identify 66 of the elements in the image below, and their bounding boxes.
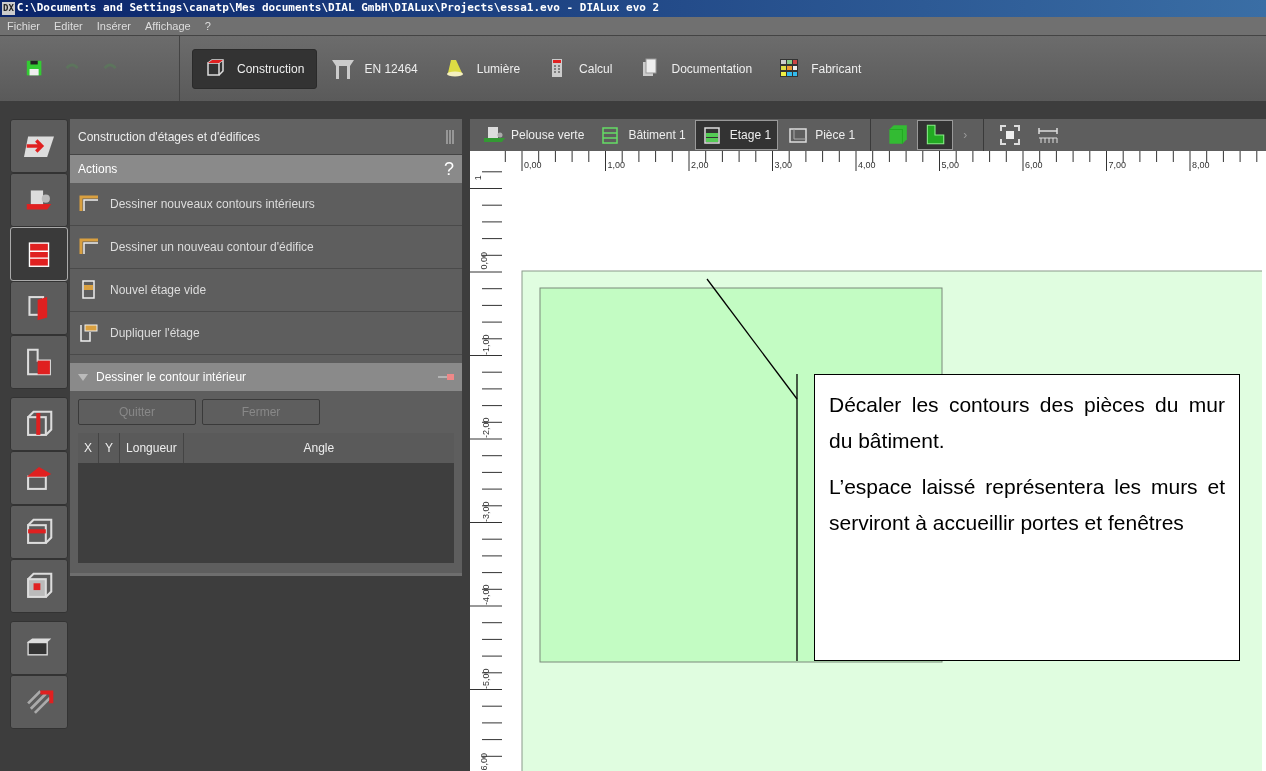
tool-button[interactable] [10,559,68,613]
tool-button[interactable] [10,119,68,173]
grip-icon[interactable] [446,129,454,144]
breadcrumb-item[interactable]: Bâtiment 1 [593,120,693,150]
tool-button[interactable] [10,505,68,559]
mode-tab[interactable]: Fabricant [767,48,874,89]
breadcrumb-item[interactable]: Pelouse verte [476,120,592,150]
window-cube-icon [24,571,54,601]
mode-tab[interactable]: Documentation [627,48,765,89]
fit-view-icon [999,124,1022,146]
ruler-label: 3,00 [774,159,793,172]
tool-button[interactable] [10,281,68,335]
ruler-label: 8,00 [1192,159,1210,172]
column-header: Longueur [120,433,184,463]
menu-item[interactable]: Fichier [0,17,47,35]
table-icon [332,57,355,80]
mode-tab[interactable]: Construction [192,48,318,89]
ruler-label: 5,00 [941,159,960,172]
ruler-label: 1 [471,174,484,180]
ruler-label: -5,00 [479,668,492,689]
tool-button[interactable] [10,227,68,281]
mode-tab[interactable]: Lumière [432,48,533,89]
ruler-label: 6,00 [1025,159,1043,172]
panel-title: Construction d'étages et d'édifices [78,128,261,146]
section-header[interactable]: Dessiner le contour intérieur [70,363,462,391]
ruler-label: 1,00 [607,159,626,172]
section-title: Dessiner le contour intérieur [96,369,248,386]
ruler-label: -2,00 [479,417,492,438]
column-header: Angle [302,440,336,457]
mode-tab[interactable]: EN 12464 [320,48,430,89]
ruler-label: -1,00 [479,334,492,355]
column-header: Y [99,433,121,463]
slab-cube-icon [24,517,54,547]
mode-tab[interactable]: Calcul [535,48,625,89]
tool-button[interactable] [10,621,68,675]
ruler-label: 4,00 [858,159,876,172]
menu-item[interactable]: Insérer [89,17,138,35]
collapse-triangle-icon [78,373,88,381]
tool-button[interactable] [10,675,68,729]
column-cube-icon [24,409,54,439]
ruler-label: 2,00 [691,159,709,172]
room-corner-icon [24,347,54,377]
window-title: C:\Documents and Settings\canatp\Mes documents\DIAL GmbH\DIALux\Projects\essa1.evo - DIALux evo 2 [16,0,660,17]
ruler-label: 0,00 [524,159,542,172]
callout-text: Décaler les contours des pièces du mur du bâtiment. [829,392,1225,454]
tool-button[interactable] [10,397,68,451]
tool-button[interactable] [10,173,68,227]
ruler-label: 6,00 [478,753,490,771]
help-link[interactable]: ? [444,155,454,183]
ruler-label: 0,00 [478,252,490,270]
section-title: Actions [78,161,118,178]
ruler-label: -4,00 [479,584,492,605]
ruler-label: -3,00 [479,501,492,522]
column-header: X [78,433,99,463]
app-logo: DX [2,1,15,16]
tool-button[interactable] [10,335,68,389]
view-mode-button[interactable] [917,120,954,150]
duplicate-storey-icon [78,322,100,344]
menu-item[interactable]: Editer [47,17,90,35]
tool-button[interactable] [10,451,68,505]
breadcrumb-item[interactable]: Pièce 1 [780,120,863,150]
breadcrumb-item[interactable]: Etage 1 [694,120,779,150]
ruler-label: 7,00 [1108,159,1127,172]
menu-item[interactable]: ? [197,17,218,35]
menu-item[interactable]: Affichage [138,17,198,35]
callout-text: L’espace laissé représentera les murs et serviront à accueillir portes et fenêtres [829,474,1225,536]
